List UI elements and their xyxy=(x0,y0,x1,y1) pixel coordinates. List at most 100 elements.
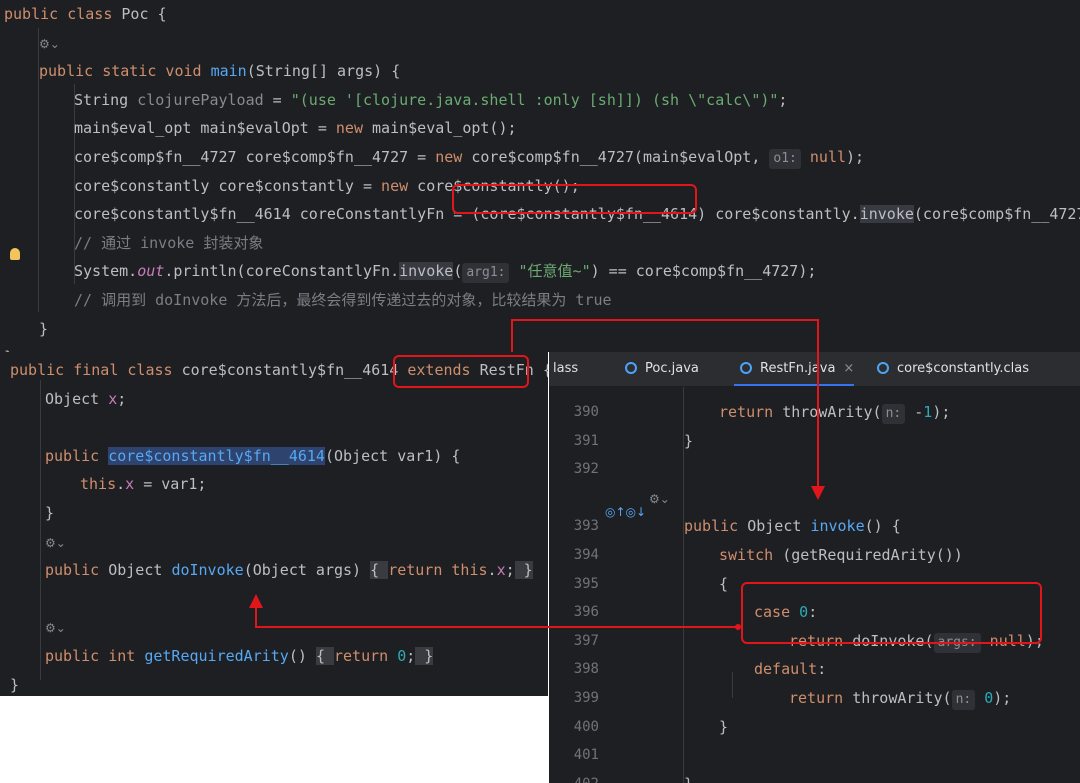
restfn-editor-panel: lass Poc.java RestFn.java × core$constantly.… xyxy=(549,352,1080,783)
code-line[interactable]: } xyxy=(684,770,693,783)
code-line[interactable]: } xyxy=(45,499,54,527)
code-token: new xyxy=(381,176,418,195)
code-line[interactable]: String clojurePayload = "(use '[clojure.… xyxy=(74,86,787,114)
code-line[interactable]: // 调用到 doInvoke 方法后，最终会得到传递过去的对象，比较结果为 t… xyxy=(74,286,612,314)
code-token: public class xyxy=(4,5,122,23)
editor-tab-bar: lass Poc.java RestFn.java × core$constantly.… xyxy=(549,352,1080,387)
code-line[interactable]: Object x; xyxy=(45,385,126,413)
code-token: - xyxy=(905,403,924,421)
code-token: ; xyxy=(117,389,127,408)
tab-lass[interactable]: lass xyxy=(549,352,578,386)
code-line[interactable]: ⚙⌄ xyxy=(39,29,60,57)
override-gutter-icon[interactable]: ◎↑◎↓ xyxy=(605,505,646,519)
line-number: 401 xyxy=(573,747,599,764)
code-lens-icon[interactable]: ⚙⌄ xyxy=(39,37,60,51)
code-token: // 通过 invoke 封装对象 xyxy=(74,233,264,252)
code-token: ; xyxy=(505,561,515,580)
code-token: Object xyxy=(747,517,811,536)
code-token: new xyxy=(335,119,373,138)
code-line[interactable]: } xyxy=(684,427,693,455)
tab-poc-java[interactable]: Poc.java xyxy=(619,352,699,386)
code-token: core$comp$fn__4727(main$evalOpt, xyxy=(471,148,770,166)
code-token: main$eval_opt(); xyxy=(372,119,517,138)
code-token: (Object args) xyxy=(243,561,371,580)
line-number: 390 xyxy=(573,404,599,420)
code-token: "任意值~" xyxy=(509,262,591,281)
code-token: { xyxy=(370,561,389,580)
code-line[interactable]: } xyxy=(10,671,19,696)
code-line[interactable]: return throwArity(n: -1); xyxy=(719,398,950,426)
code-line[interactable]: public int getRequiredArity() { return 0… xyxy=(45,642,434,670)
close-icon[interactable]: × xyxy=(843,361,854,376)
code-token: clojurePayload xyxy=(137,90,264,109)
code-token: public xyxy=(684,517,748,536)
code-line[interactable]: ⚙⌄ xyxy=(45,528,66,556)
code-line[interactable]: main$eval_opt main$evalOpt = new main$ev… xyxy=(74,114,517,142)
code-line[interactable]: } xyxy=(39,315,48,343)
code-line[interactable]: public class Poc { xyxy=(4,0,167,28)
code-line[interactable]: public Object doInvoke(Object args) { re… xyxy=(45,556,533,584)
code-line[interactable]: switch (getRequiredArity()) xyxy=(719,541,963,569)
line-number: 393 xyxy=(573,518,599,535)
code-token: } xyxy=(415,647,434,665)
lightbulb-icon[interactable] xyxy=(10,248,20,260)
indent-guide xyxy=(40,380,41,680)
code-line[interactable]: core$comp$fn__4727 core$comp$fn__4727 = … xyxy=(74,143,864,171)
code-token: { xyxy=(315,647,334,665)
code-token: default xyxy=(754,660,818,679)
code-token: public static void xyxy=(39,62,211,81)
code-token: out xyxy=(137,262,165,281)
code-token: ) == core$comp$fn__4727); xyxy=(590,262,817,281)
code-token: (core$comp$fn__4727); xyxy=(913,205,1080,224)
code-token: } xyxy=(514,561,533,580)
code-line[interactable]: } xyxy=(719,713,728,741)
code-line[interactable]: this.x = var1; xyxy=(80,470,206,498)
code-token: System. xyxy=(74,262,138,281)
line-number: 399 xyxy=(573,690,599,706)
code-token: main xyxy=(210,62,247,81)
code-token: Poc { xyxy=(121,5,167,23)
tab-label: RestFn.java xyxy=(760,361,836,376)
code-line[interactable]: ⚙⌄ xyxy=(649,484,670,512)
code-token: invoke xyxy=(859,205,914,224)
code-line[interactable]: default: xyxy=(754,655,826,683)
code-line[interactable]: public core$constantly$fn__4614(Object v… xyxy=(45,442,460,470)
code-line[interactable]: public Object invoke() { xyxy=(684,512,901,540)
code-token: public xyxy=(45,446,109,465)
code-line[interactable]: } xyxy=(4,343,13,352)
code-token: x xyxy=(496,561,506,580)
code-token: x xyxy=(125,475,135,494)
code-token: public xyxy=(45,561,109,580)
java-class-icon xyxy=(740,362,752,374)
code-lens-icon[interactable]: ⚙⌄ xyxy=(649,492,670,506)
code-token: return xyxy=(719,403,783,421)
code-line[interactable]: // 通过 invoke 封装对象 xyxy=(74,229,263,257)
code-token: Object xyxy=(108,561,172,580)
code-line[interactable]: System.out.println(coreConstantlyFn.invo… xyxy=(74,257,816,285)
code-lens-icon[interactable]: ⚙⌄ xyxy=(45,536,66,550)
code-token: invoke xyxy=(810,517,865,536)
code-token: public final class xyxy=(10,361,182,379)
code-token: core$constantly$fn__4614 xyxy=(108,446,325,465)
code-line[interactable]: public static void main(String[] args) { xyxy=(39,57,400,85)
line-number: 392 xyxy=(573,461,599,478)
code-token: = var1; xyxy=(134,475,207,494)
code-token: () xyxy=(288,647,316,665)
tab-core-constantly-clas[interactable]: core$constantly.clas xyxy=(871,352,1029,386)
code-token: } xyxy=(10,675,20,694)
code-token: return xyxy=(334,647,398,665)
line-number: 394 xyxy=(573,547,599,563)
tab-restfn-java[interactable]: RestFn.java × xyxy=(734,352,855,386)
code-token: ( xyxy=(453,262,463,281)
code-token: return xyxy=(789,689,853,707)
line-number: 397 xyxy=(573,632,599,649)
code-token: Object xyxy=(45,389,109,408)
code-token: switch xyxy=(719,546,783,564)
code-lens-icon[interactable]: ⚙⌄ xyxy=(45,621,66,635)
code-line[interactable]: { xyxy=(719,570,728,598)
code-token: throwArity( xyxy=(782,403,882,421)
code-token: doInvoke xyxy=(171,561,244,580)
code-line[interactable]: ⚙⌄ xyxy=(45,613,66,641)
code-line[interactable]: return throwArity(n: 0); xyxy=(789,684,1011,712)
code-token: public int xyxy=(45,647,145,665)
